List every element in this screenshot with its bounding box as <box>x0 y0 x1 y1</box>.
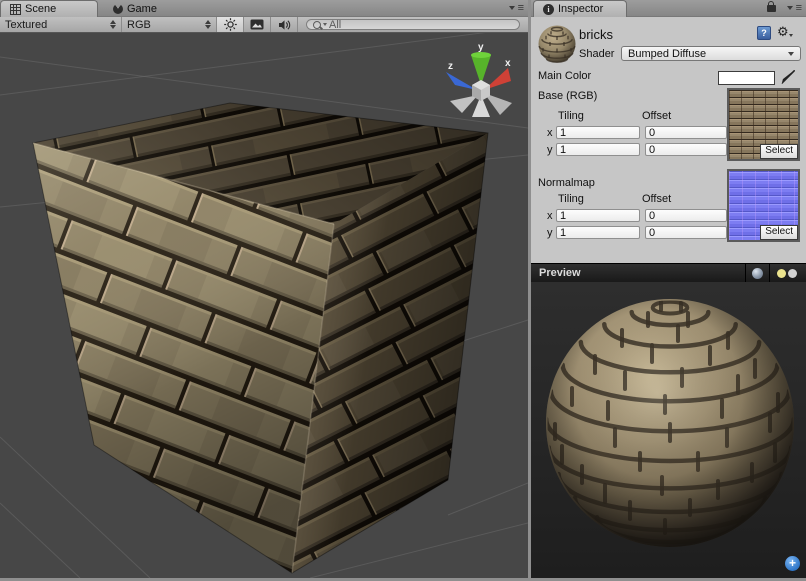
scene-toolbar: Textured RGB <box>0 17 528 33</box>
sphere-icon <box>752 268 763 279</box>
preview-sphere[interactable] <box>531 282 806 578</box>
render-mode-value: Textured <box>5 19 47 31</box>
material-inspector: bricks Shader Bumped Diffuse ? ⚙ Main Co… <box>531 17 806 263</box>
normalmap-tiling-x-input[interactable] <box>556 209 640 222</box>
normalmap-tiling-y-input[interactable] <box>556 226 640 239</box>
color-channel-value: RGB <box>127 19 151 31</box>
lock-icon <box>767 5 776 12</box>
shader-label: Shader <box>579 48 614 60</box>
normalmap-thumbnail[interactable]: Select <box>727 169 800 242</box>
preview-lighting-button[interactable] <box>769 264 798 283</box>
search-icon <box>313 21 321 29</box>
scene-tabstrip: Scene Game ≡ <box>0 0 528 17</box>
info-icon: i <box>543 4 554 15</box>
normalmap-offset-y-input[interactable] <box>645 226 727 239</box>
audio-toggle-button[interactable] <box>271 17 298 32</box>
normalmap-y-row-label: y <box>547 227 553 239</box>
normalmap-x-row-label: x <box>547 210 553 222</box>
menu-icon: ≡ <box>796 3 802 13</box>
main-color-swatch[interactable] <box>718 71 775 85</box>
tab-scene[interactable]: Scene <box>0 0 98 17</box>
sun-icon <box>224 18 237 31</box>
scene-grid-icon <box>10 4 21 15</box>
gear-icon: ⚙ <box>777 25 789 39</box>
gizmo-x-label: x <box>505 58 511 69</box>
scene-orientation-gizmo[interactable]: y x z <box>446 42 512 117</box>
tab-scene-label: Scene <box>25 3 56 15</box>
normalmap-tiling-header: Tiling <box>558 193 584 205</box>
scene-panel: Scene Game ≡ Textured RGB <box>0 0 528 578</box>
scene-3d-view: y x z <box>0 33 528 578</box>
base-select-button[interactable]: Select <box>760 144 798 159</box>
tab-game-label: Game <box>127 3 157 15</box>
scene-panel-menu[interactable]: ≡ <box>509 3 524 13</box>
game-icon <box>113 4 123 14</box>
color-channel-dropdown[interactable]: RGB <box>122 17 217 32</box>
speaker-icon <box>278 19 291 31</box>
caret-down-icon <box>789 34 793 37</box>
base-tiling-y-input[interactable] <box>556 143 640 156</box>
help-icon[interactable]: ? <box>757 26 771 40</box>
base-offset-y-input[interactable] <box>645 143 727 156</box>
shader-value: Bumped Diffuse <box>628 48 706 60</box>
tab-inspector[interactable]: i Inspector <box>533 0 627 17</box>
search-scope-caret-icon <box>323 23 327 26</box>
updown-icon <box>110 20 116 29</box>
preview-header[interactable]: Preview <box>531 263 806 282</box>
normalmap-select-button[interactable]: Select <box>760 225 798 240</box>
gizmo-axis-cone[interactable] <box>450 95 478 113</box>
base-tiling-x-input[interactable] <box>556 126 640 139</box>
lighting-spheres-icon <box>776 268 798 279</box>
normalmap-offset-x-input[interactable] <box>645 209 727 222</box>
shader-dropdown[interactable]: Bumped Diffuse <box>621 46 801 61</box>
asset-labels-button[interactable]: + <box>785 556 800 571</box>
inspector-lock[interactable] <box>767 5 776 12</box>
brick-cube[interactable] <box>33 103 488 573</box>
main-color-label: Main Color <box>538 70 591 82</box>
tab-game[interactable]: Game <box>104 0 166 17</box>
chevron-down-icon <box>788 52 794 56</box>
material-preview-thumbnail <box>537 23 577 63</box>
material-options-button[interactable]: ⚙ <box>777 25 793 39</box>
caret-down-icon <box>509 6 515 10</box>
lighting-toggle-button[interactable] <box>217 17 244 32</box>
preview-model-button[interactable] <box>745 264 769 283</box>
skybox-toggle-button[interactable] <box>244 17 271 32</box>
base-texture-thumbnail[interactable]: Select <box>727 88 800 161</box>
scene-search-field[interactable]: All <box>306 19 520 30</box>
image-icon <box>250 19 264 30</box>
inspector-tabstrip: i Inspector ≡ <box>531 0 806 17</box>
menu-icon: ≡ <box>518 3 524 13</box>
preview-title: Preview <box>539 267 745 279</box>
base-tiling-header: Tiling <box>558 110 584 122</box>
base-y-row-label: y <box>547 144 553 156</box>
updown-icon <box>205 20 211 29</box>
base-x-row-label: x <box>547 127 553 139</box>
scene-viewport[interactable]: y x z <box>0 33 528 578</box>
eyedropper-icon[interactable] <box>781 69 796 84</box>
material-name: bricks <box>579 27 613 42</box>
tab-inspector-label: Inspector <box>558 3 603 15</box>
base-offset-header: Offset <box>642 110 671 122</box>
gizmo-y-label: y <box>478 42 484 53</box>
render-mode-dropdown[interactable]: Textured <box>0 17 122 32</box>
normalmap-label: Normalmap <box>538 177 595 189</box>
gizmo-z-label: z <box>448 61 453 72</box>
inspector-panel-menu[interactable]: ≡ <box>787 3 802 13</box>
search-scope-label: All <box>329 19 341 31</box>
caret-down-icon <box>787 6 793 10</box>
normalmap-offset-header: Offset <box>642 193 671 205</box>
base-offset-x-input[interactable] <box>645 126 727 139</box>
material-preview-area[interactable]: + <box>531 282 806 578</box>
inspector-panel: i Inspector ≡ <box>531 0 806 578</box>
base-texture-label: Base (RGB) <box>538 90 597 102</box>
